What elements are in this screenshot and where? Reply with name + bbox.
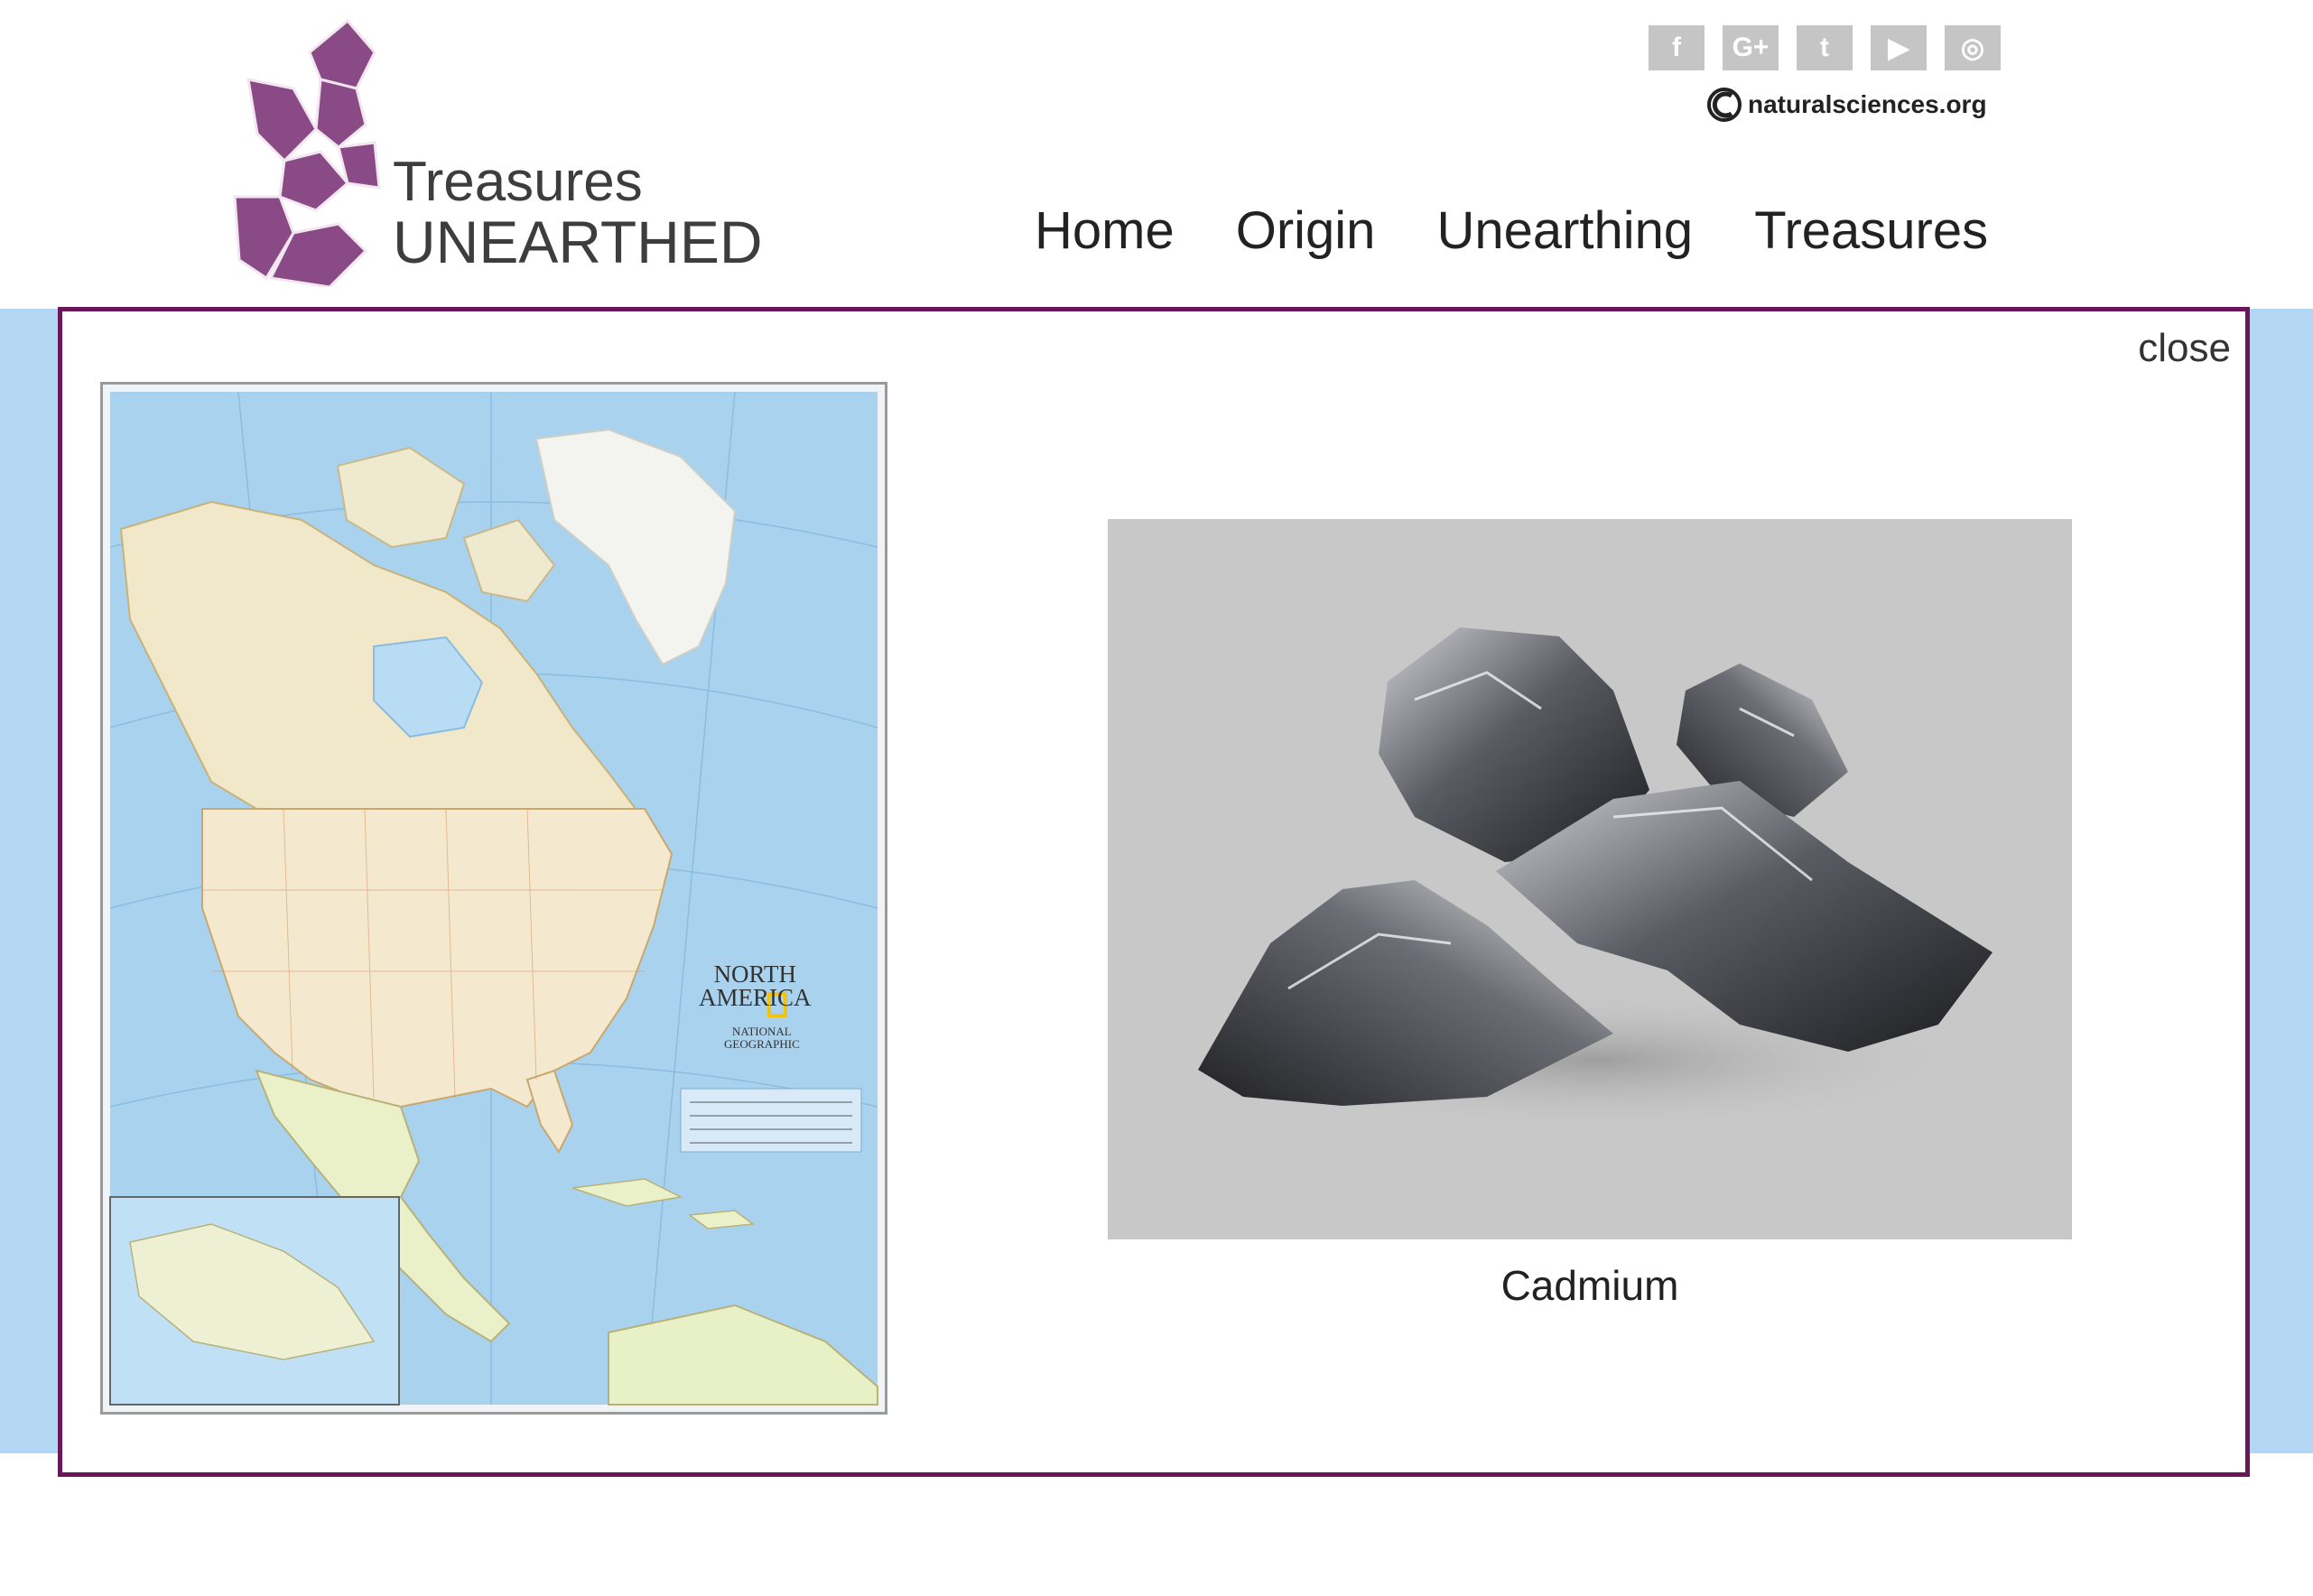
logo-subtitle: UNEARTHED xyxy=(393,209,763,275)
naturalsciences-link[interactable]: naturalsciences.org xyxy=(1706,87,1987,123)
twitter-icon[interactable]: t xyxy=(1797,25,1853,70)
map-brand: NATIONAL GEOGRAPHIC xyxy=(724,1025,800,1051)
map-image xyxy=(103,385,885,1412)
specimen-caption: Cadmium xyxy=(1500,1262,1679,1309)
map-title: NORTH AMERICA xyxy=(699,960,812,1011)
google-plus-icon[interactable]: G+ xyxy=(1723,25,1779,70)
lightbox-modal: close NORTH AMERICA NATIONAL GEOGRAPHIC … xyxy=(58,307,2250,1477)
specimen-image xyxy=(1198,627,1993,1133)
close-button[interactable]: close xyxy=(2138,326,2231,371)
cadmium-specimen-photo[interactable] xyxy=(1108,519,2072,1239)
map-title-line1: NORTH xyxy=(713,960,796,988)
map-brand-line2: GEOGRAPHIC xyxy=(724,1037,800,1051)
youtube-icon[interactable]: ▶ xyxy=(1871,25,1927,70)
social-links: f G+ t ▶ ◎ xyxy=(1649,25,2001,70)
facebook-icon[interactable]: f xyxy=(1649,25,1705,70)
north-america-map[interactable]: NORTH AMERICA NATIONAL GEOGRAPHIC xyxy=(100,382,887,1415)
map-brand-line1: NATIONAL xyxy=(732,1025,792,1038)
instagram-icon[interactable]: ◎ xyxy=(1945,25,2001,70)
map-title-line2: AMERICA xyxy=(699,984,812,1011)
nav-unearthing[interactable]: Unearthing xyxy=(1436,200,1693,261)
site-link-label: naturalsciences.org xyxy=(1748,90,1987,118)
site-logo[interactable]: Treasures UNEARTHED xyxy=(230,16,763,287)
museum-logo-icon xyxy=(1707,88,1742,122)
nav-origin[interactable]: Origin xyxy=(1236,200,1376,261)
nav-home[interactable]: Home xyxy=(1035,200,1175,261)
main-nav: Home Origin Unearthing Treasures xyxy=(1035,200,1988,261)
logo-title: Treasures xyxy=(393,151,643,213)
nav-treasures[interactable]: Treasures xyxy=(1754,200,1988,261)
crystal-logo-icon xyxy=(233,18,381,287)
